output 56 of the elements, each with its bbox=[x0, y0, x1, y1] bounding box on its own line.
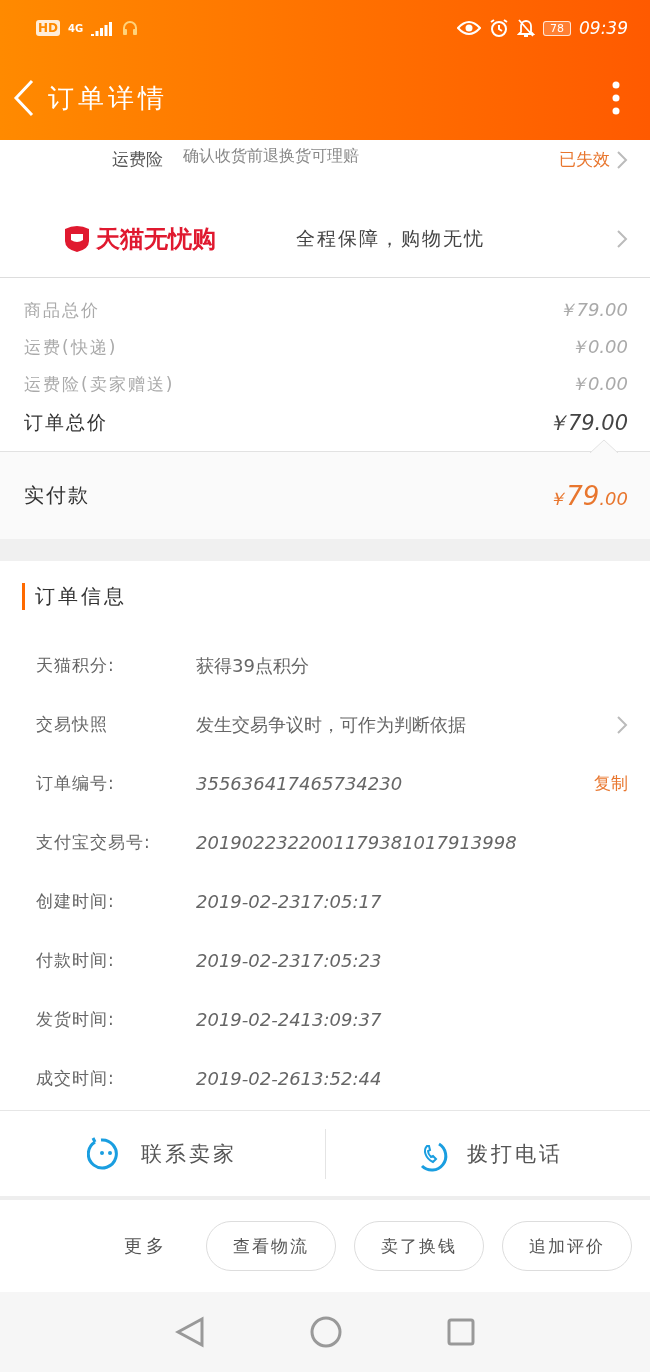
price-value: ￥0.00 bbox=[569, 335, 628, 359]
insurance-label: 运费险 bbox=[112, 148, 163, 171]
price-value: ￥79.00 bbox=[558, 298, 628, 322]
more-menu-button[interactable] bbox=[612, 81, 620, 115]
info-label: 付款时间: bbox=[36, 949, 116, 972]
bell-off-icon bbox=[517, 18, 535, 38]
action-button[interactable]: 查看物流 bbox=[206, 1221, 336, 1271]
more-link[interactable]: 更多 bbox=[124, 1234, 168, 1258]
battery-indicator: 78 bbox=[543, 20, 571, 36]
info-label: 创建时间: bbox=[36, 890, 116, 913]
contact-button[interactable]: 拨打电话 bbox=[325, 1128, 650, 1179]
guarantee-slogan: 全程保障，购物无忧 bbox=[296, 225, 486, 251]
action-button[interactable]: 追加评价 bbox=[502, 1221, 632, 1271]
headset-icon bbox=[121, 19, 140, 37]
hd-badge: HD bbox=[36, 20, 60, 36]
recents-nav-button[interactable] bbox=[447, 1318, 475, 1346]
shield-icon bbox=[64, 224, 90, 253]
price-label: 订单总价 bbox=[24, 410, 108, 435]
signal-icon bbox=[91, 20, 114, 36]
info-value: 发生交易争议时，可作为判断依据 bbox=[196, 712, 467, 737]
paid-amount: ￥79.00 bbox=[548, 480, 628, 511]
info-label: 成交时间: bbox=[36, 1067, 116, 1090]
chevron-icon bbox=[616, 714, 628, 735]
info-value: 2019-02-2317:05:23 bbox=[196, 950, 383, 971]
info-value: 2019-02-2413:09:37 bbox=[196, 1009, 383, 1030]
contact-button[interactable]: 联系卖家 bbox=[0, 1128, 325, 1179]
price-label: 商品总价 bbox=[24, 298, 100, 322]
price-label: 运费险(卖家赠送) bbox=[24, 372, 175, 396]
chevron-icon bbox=[616, 228, 628, 249]
info-label: 支付宝交易号: bbox=[36, 831, 152, 854]
back-nav-button[interactable] bbox=[175, 1316, 205, 1348]
back-button[interactable] bbox=[12, 78, 36, 118]
home-nav-button[interactable] bbox=[310, 1316, 342, 1348]
action-button[interactable]: 卖了换钱 bbox=[354, 1221, 484, 1271]
info-value: 2019-02-2613:52:44 bbox=[196, 1068, 383, 1089]
eye-icon bbox=[457, 20, 481, 36]
page-title: 订单详情 bbox=[48, 81, 169, 115]
info-value: 2019-02-2317:05:17 bbox=[196, 891, 383, 912]
clock-time: 09:39 bbox=[579, 18, 628, 38]
info-value: 355636417465734230 bbox=[196, 773, 404, 794]
price-value: ￥79.00 bbox=[546, 410, 628, 437]
info-label: 交易快照 bbox=[36, 713, 109, 736]
info-value: 2019022322001179381017913998 bbox=[196, 832, 518, 853]
price-value: ￥0.00 bbox=[569, 372, 628, 396]
guarantee-brand: 天猫无忧购 bbox=[96, 223, 217, 255]
info-label: 天猫积分: bbox=[36, 654, 116, 677]
insurance-description: 确认收货前退换货可理赔 bbox=[183, 145, 360, 167]
info-label: 订单编号: bbox=[36, 772, 116, 795]
info-value: 获得39点积分 bbox=[196, 653, 310, 678]
chevron-icon bbox=[616, 149, 628, 170]
network-label: 4G bbox=[68, 22, 84, 34]
alarm-icon bbox=[489, 18, 509, 38]
section-title: 订单信息 bbox=[22, 583, 628, 610]
info-label: 发货时间: bbox=[36, 1008, 116, 1031]
price-label: 运费(快递) bbox=[24, 335, 118, 359]
paid-label: 实付款 bbox=[24, 482, 90, 509]
